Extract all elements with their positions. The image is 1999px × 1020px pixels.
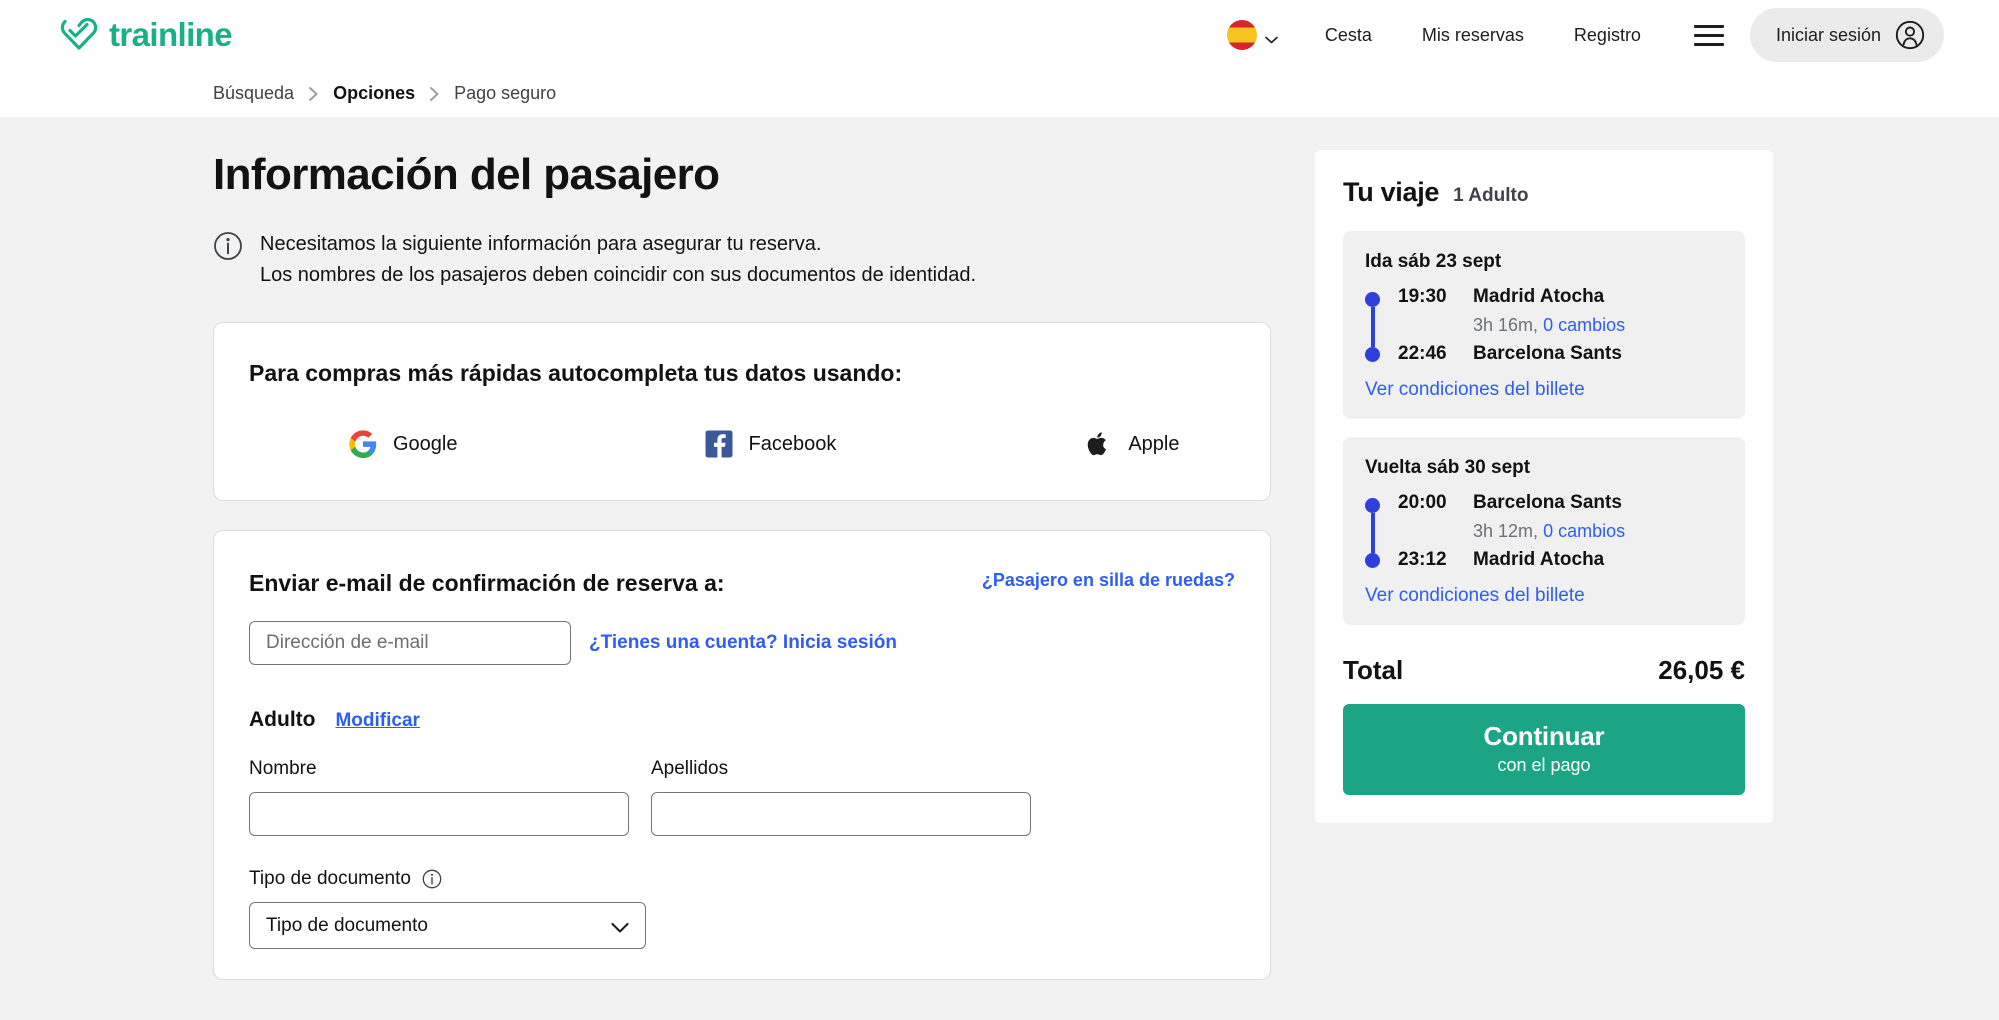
last-name-label: Apellidos	[651, 758, 729, 779]
outbound-leg: Ida sáb 23 sept 19:30 Madrid Atocha 3h 1…	[1343, 231, 1745, 419]
chevron-right-icon	[308, 86, 319, 102]
outbound-depart-time: 19:30	[1398, 286, 1447, 307]
total-label: Total	[1343, 655, 1404, 685]
passenger-form-card: Enviar e-mail de confirmación de reserva…	[213, 530, 1271, 980]
outbound-arrive-station: Barcelona Sants	[1473, 343, 1622, 364]
trainline-logo[interactable]: trainline	[60, 16, 233, 54]
nav-mis-reservas[interactable]: Mis reservas	[1397, 25, 1549, 46]
passenger-count: 1 Adulto	[1453, 185, 1529, 206]
total-row: Total 26,05 €	[1343, 655, 1745, 686]
info-circle-icon	[213, 231, 243, 261]
outbound-duration-row: 3h 16m, 0 cambios	[1473, 315, 1723, 336]
return-duration-row: 3h 12m, 0 cambios	[1473, 521, 1723, 542]
wheelchair-passenger-link[interactable]: ¿Pasajero en silla de ruedas?	[982, 570, 1235, 591]
google-login-button[interactable]: Google	[349, 430, 458, 458]
page-title: Información del pasajero	[213, 150, 720, 199]
trip-summary-title: Tu viaje	[1343, 177, 1440, 207]
continue-to-payment-button[interactable]: Continuar con el pago	[1343, 704, 1745, 795]
main-navigation: Cesta Mis reservas Registro Iniciar sesi…	[1205, 8, 1944, 62]
outbound-date: Ida sáb 23 sept	[1365, 251, 1502, 272]
apple-icon	[1084, 430, 1112, 458]
return-conditions-link[interactable]: Ver condiciones del billete	[1365, 585, 1585, 607]
apple-login-button[interactable]: Apple	[1084, 430, 1180, 458]
return-date: Vuelta sáb 30 sept	[1365, 457, 1531, 478]
return-duration: 3h 12m,	[1473, 521, 1539, 541]
outbound-conditions-link[interactable]: Ver condiciones del billete	[1365, 379, 1585, 401]
trainline-heart-logo	[60, 17, 100, 52]
outbound-arrival: 22:46 Barcelona Sants	[1398, 343, 1723, 365]
email-input[interactable]	[249, 621, 571, 665]
return-arrival: 23:12 Madrid Atocha	[1398, 549, 1723, 571]
outbound-changes: 0 cambios	[1543, 315, 1626, 335]
last-name-field-group: Apellidos	[651, 758, 1031, 836]
social-autofill-card: Para compras más rápidas autocompleta tu…	[213, 322, 1271, 501]
nav-registro[interactable]: Registro	[1549, 25, 1666, 46]
return-departure: 20:00 Barcelona Sants	[1398, 492, 1723, 514]
main-column: Información del pasajero Necesitamos la …	[213, 150, 1271, 980]
apple-login-label: Apple	[1128, 432, 1180, 455]
facebook-login-button[interactable]: Facebook	[705, 430, 837, 458]
brand-name: trainline	[109, 16, 233, 53]
info-circle-icon[interactable]	[422, 869, 442, 889]
google-login-label: Google	[393, 432, 458, 455]
total-value: 26,05 €	[1658, 655, 1745, 685]
breadcrumb: Búsqueda Opciones Pago seguro	[0, 70, 1999, 117]
journey-rail	[1365, 492, 1381, 571]
spain-flag-icon	[1226, 20, 1257, 50]
modify-passenger-link[interactable]: Modificar	[335, 710, 419, 732]
social-provider-row: Google Facebook Apple	[249, 430, 1235, 458]
chevron-down-icon	[1265, 31, 1278, 44]
origin-dot-icon	[1365, 498, 1380, 513]
chevron-right-icon	[429, 86, 440, 102]
user-avatar-icon	[1895, 20, 1925, 50]
facebook-icon	[705, 430, 733, 458]
nav-cesta[interactable]: Cesta	[1300, 25, 1397, 46]
last-name-input[interactable]	[651, 792, 1031, 836]
google-icon	[349, 430, 377, 458]
language-selector[interactable]	[1205, 20, 1300, 50]
first-name-field-group: Nombre	[249, 758, 629, 836]
facebook-login-label: Facebook	[748, 432, 837, 455]
social-card-title: Para compras más rápidas autocompleta tu…	[249, 360, 903, 386]
info-line-1: Necesitamos la siguiente información par…	[260, 233, 822, 255]
return-depart-station: Barcelona Sants	[1473, 492, 1622, 513]
info-notice: Necesitamos la siguiente información par…	[213, 229, 1271, 291]
page-body: Información del pasajero Necesitamos la …	[0, 117, 1999, 1020]
document-type-select[interactable]: Tipo de documento	[249, 902, 646, 949]
journey-rail	[1365, 286, 1381, 365]
destination-dot-icon	[1365, 553, 1380, 568]
return-arrive-station: Madrid Atocha	[1473, 549, 1605, 570]
outbound-duration: 3h 16m,	[1473, 315, 1539, 335]
existing-account-login-link[interactable]: ¿Tienes una cuenta? Inicia sesión	[589, 632, 897, 654]
document-type-field-group: Tipo de documento Tipo de documento	[249, 868, 1235, 949]
return-depart-time: 20:00	[1398, 492, 1447, 513]
hamburger-menu-icon[interactable]	[1666, 24, 1750, 46]
login-button-label: Iniciar sesión	[1775, 24, 1881, 45]
email-section-heading: Enviar e-mail de confirmación de reserva…	[249, 570, 725, 596]
return-changes: 0 cambios	[1543, 521, 1626, 541]
return-leg: Vuelta sáb 30 sept 20:00 Barcelona Sants	[1343, 437, 1745, 625]
outbound-depart-station: Madrid Atocha	[1473, 286, 1605, 307]
destination-dot-icon	[1365, 347, 1380, 362]
origin-dot-icon	[1365, 292, 1380, 307]
login-button[interactable]: Iniciar sesión	[1749, 8, 1944, 62]
first-name-label: Nombre	[249, 758, 317, 779]
trip-summary-column: Tu viaje 1 Adulto Ida sáb 23 sept 19:30 …	[1315, 150, 1773, 980]
continue-button-sublabel: con el pago	[1497, 755, 1591, 775]
trip-summary-card: Tu viaje 1 Adulto Ida sáb 23 sept 19:30 …	[1315, 150, 1773, 823]
info-line-2: Los nombres de los pasajeros deben coinc…	[260, 264, 976, 286]
document-type-label: Tipo de documento	[249, 868, 411, 889]
breadcrumb-item-busqueda[interactable]: Búsqueda	[213, 83, 294, 104]
continue-button-label: Continuar	[1483, 721, 1605, 751]
outbound-arrive-time: 22:46	[1398, 343, 1447, 364]
first-name-input[interactable]	[249, 792, 629, 836]
breadcrumb-item-opciones[interactable]: Opciones	[333, 83, 415, 104]
site-header: trainline Cesta Mis reservas Registro In…	[0, 0, 1999, 70]
outbound-departure: 19:30 Madrid Atocha	[1398, 286, 1723, 308]
breadcrumb-item-pago-seguro[interactable]: Pago seguro	[454, 83, 556, 104]
passenger-type-label: Adulto	[249, 708, 316, 731]
return-arrive-time: 23:12	[1398, 549, 1447, 570]
